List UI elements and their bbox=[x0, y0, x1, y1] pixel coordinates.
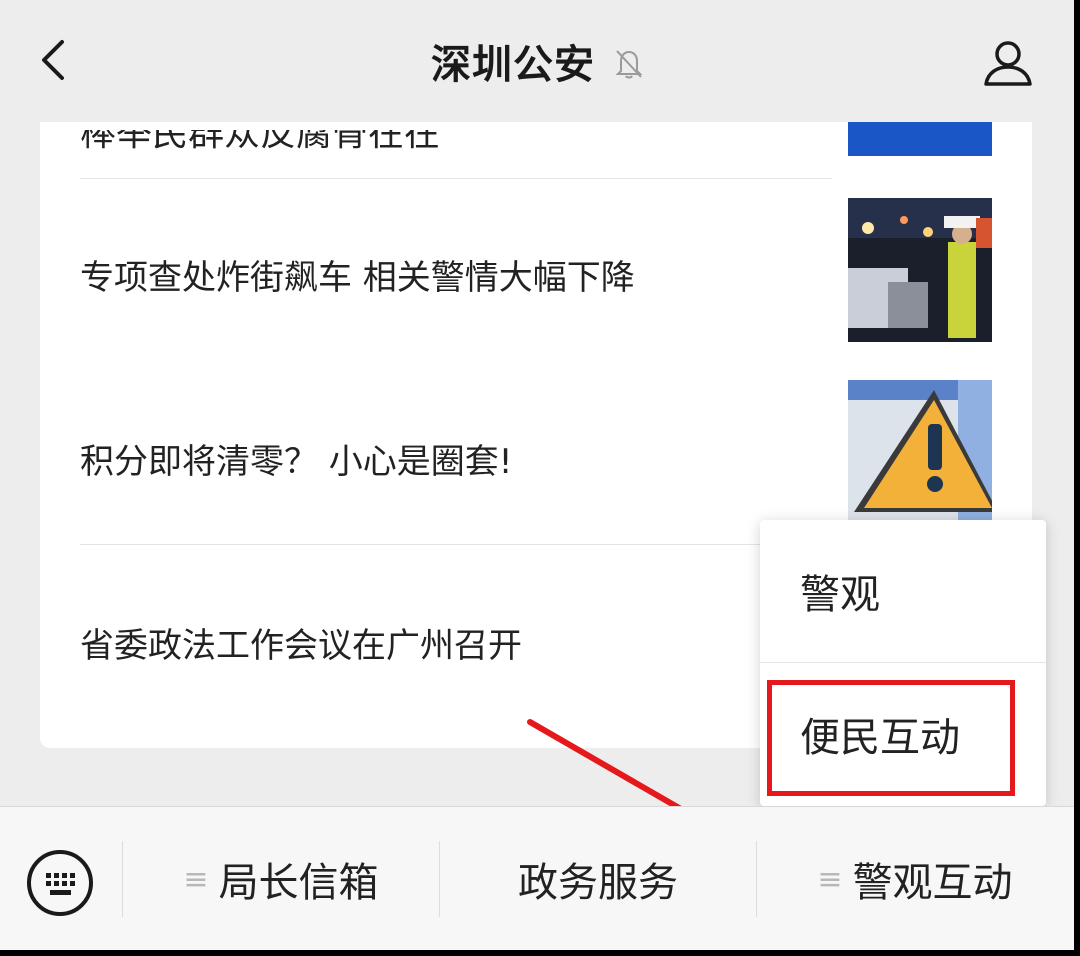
menu-lines-icon: ≡ bbox=[817, 861, 843, 897]
article-title-partial[interactable]: 棒举民群众反腐骨在在 bbox=[80, 130, 440, 156]
bell-off-icon bbox=[615, 50, 643, 79]
bottom-menu-bar: ≡ 局长信箱 政务服务 ≡ 警观互动 bbox=[0, 806, 1080, 951]
article-title[interactable]: 省委政法工作会议在广州召开 bbox=[80, 618, 522, 667]
menu-button-jingguan-hudong[interactable]: ≡ 警观互动 bbox=[757, 807, 1073, 951]
menu-button-zhengwu-fuwu[interactable]: 政务服务 bbox=[440, 807, 756, 951]
article-thumbnail-warning[interactable] bbox=[848, 380, 992, 524]
article-thumbnail[interactable] bbox=[848, 122, 992, 156]
submenu-item-jingguan[interactable]: 警观 bbox=[760, 520, 1046, 662]
screen-edge bbox=[1074, 0, 1080, 956]
keyboard-toggle-button[interactable] bbox=[24, 847, 96, 919]
screen-edge bbox=[0, 950, 1080, 956]
highlight-box bbox=[767, 680, 1015, 796]
article-title[interactable]: 专项查处炸街飙车 相关警情大幅下降 bbox=[80, 250, 635, 299]
menu-label: 局长信箱 bbox=[218, 860, 379, 906]
article-thumbnail-traffic-police[interactable] bbox=[848, 198, 992, 342]
menu-button-juzhang-xinxiang[interactable]: ≡ 局长信箱 bbox=[123, 807, 439, 951]
top-bar: 深圳公安 bbox=[0, 0, 1080, 122]
page-title: 深圳公安 bbox=[431, 42, 595, 88]
profile-button[interactable] bbox=[980, 34, 1036, 90]
menu-label: 政务服务 bbox=[518, 860, 678, 906]
menu-lines-icon: ≡ bbox=[183, 861, 209, 897]
person-icon bbox=[984, 41, 1032, 86]
divider bbox=[80, 178, 832, 179]
keyboard-icon bbox=[27, 850, 93, 916]
menu-label: 警观互动 bbox=[852, 860, 1013, 906]
divider bbox=[80, 544, 832, 545]
article-title[interactable]: 积分即将清零？ 小心是圈套! bbox=[80, 434, 512, 483]
